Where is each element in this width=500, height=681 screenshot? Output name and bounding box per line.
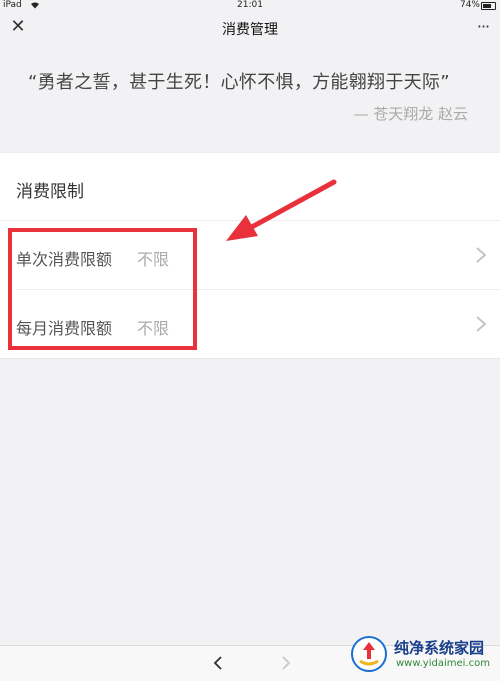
more-icon[interactable]: ··· xyxy=(472,17,494,37)
battery-icon xyxy=(481,2,496,10)
section-title: 消费限制 xyxy=(16,182,84,202)
clock: 21:01 xyxy=(237,0,263,10)
quote-banner: “勇者之誓，甚于生死！心怀不惧，方能翱翔于天际” — 苍天翔龙 赵云 xyxy=(0,44,500,150)
watermark: 纯净系统家园 www.yidaimei.com xyxy=(340,632,500,680)
watermark-url: www.yidaimei.com xyxy=(396,658,490,669)
status-bar: iPad 21:01 74% xyxy=(0,0,500,12)
quote-text: “勇者之誓，甚于生死！心怀不惧，方能翱翔于天际” xyxy=(28,72,450,93)
nav-bar: ✕ 消费管理 ··· xyxy=(0,12,500,44)
chevron-right-icon xyxy=(476,247,487,263)
chevron-right-icon xyxy=(476,316,487,332)
highlight-box xyxy=(8,228,197,350)
quote-author: — 苍天翔龙 赵云 xyxy=(353,105,468,123)
forward-arrow-icon[interactable] xyxy=(278,655,294,671)
battery-percent: 74% xyxy=(459,0,480,10)
back-arrow-icon[interactable] xyxy=(210,655,226,671)
site-logo-icon xyxy=(351,636,387,672)
page-title: 消费管理 xyxy=(222,22,278,38)
watermark-name: 纯净系统家园 xyxy=(394,639,485,657)
